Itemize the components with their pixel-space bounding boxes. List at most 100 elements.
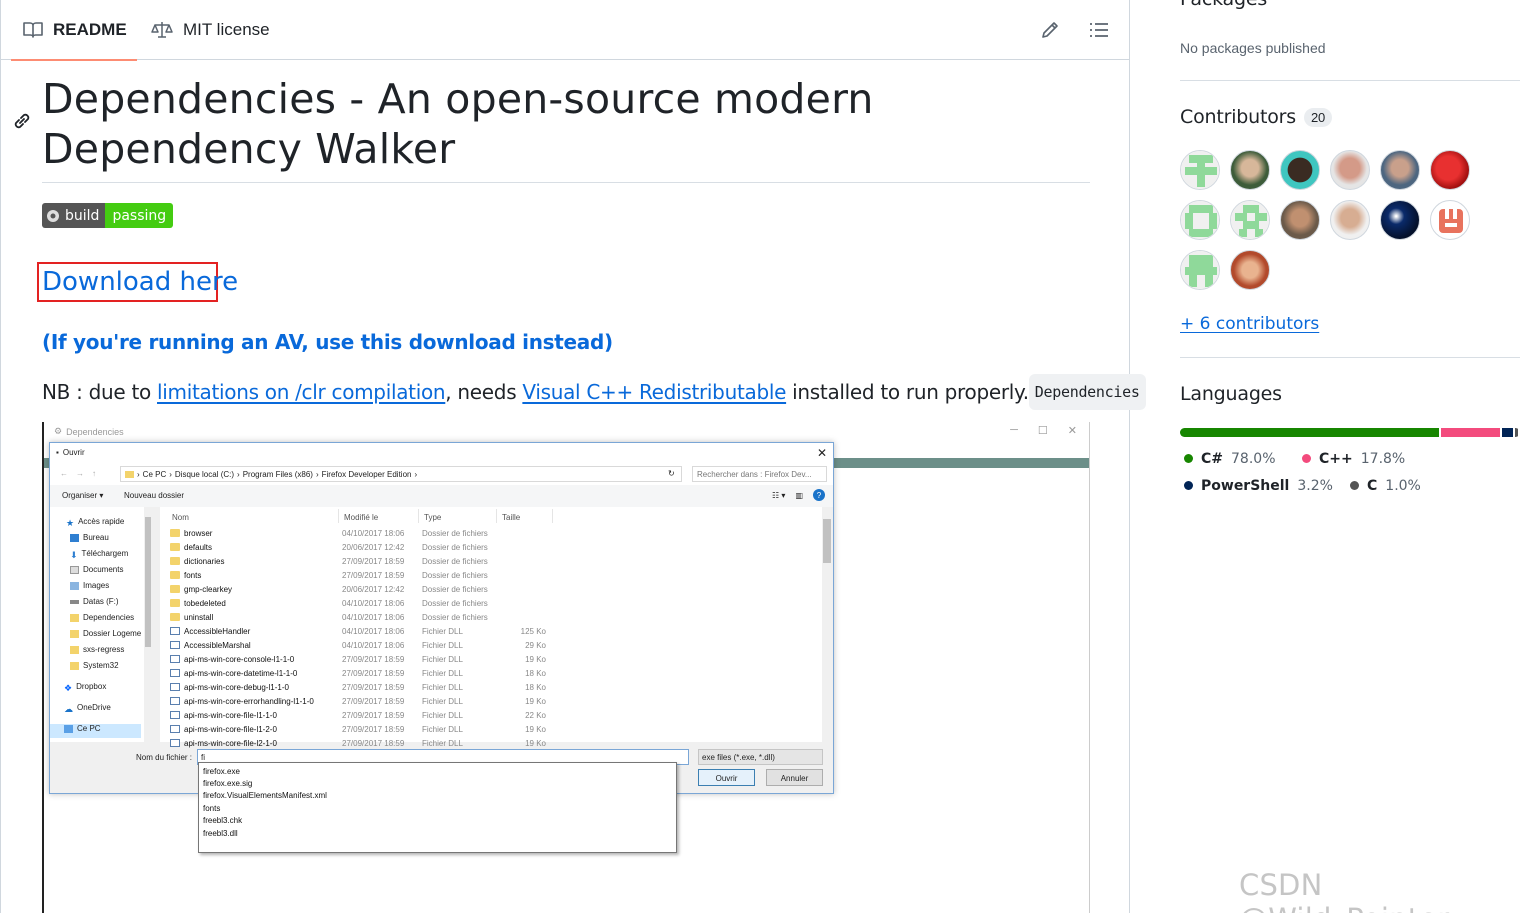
folder-icon [125, 470, 134, 478]
readme-title: Dependencies - An open-source modern Dep… [42, 75, 874, 173]
tab-readme[interactable]: README [11, 0, 137, 61]
folder-icon [170, 585, 180, 593]
dll-file-icon [170, 627, 180, 635]
file-type-filter: exe files (*.exe, *.dll) [698, 749, 823, 765]
avatar[interactable] [1230, 200, 1270, 240]
file-row: gmp-clearkey 20/06/2017 12:42 Dossier de f… [166, 583, 806, 597]
help-icon: ? [813, 489, 825, 501]
language-item[interactable]: C 1.0% [1350, 478, 1421, 494]
file-row: api-ms-win-core-file-l1-1-0 27/09/2017 18… [166, 709, 806, 723]
avatar[interactable] [1430, 150, 1470, 190]
language-item[interactable]: C++ 17.8% [1302, 451, 1405, 467]
filename-label: Nom du fichier : [136, 753, 193, 762]
folder-icon [170, 599, 180, 607]
packages-text: No packages published [1180, 40, 1326, 56]
file-row: api-ms-win-core-datetime-l1-1-0 27/09/201… [166, 667, 806, 681]
watermark: CSDN @Wild_Pointer. [1239, 868, 1456, 913]
preview-pane-icon: ▥ [795, 490, 803, 500]
dll-file-icon [170, 641, 180, 649]
file-row: tobedeleted 04/10/2017 18:06 Dossier de fi… [166, 597, 806, 611]
avatar[interactable] [1280, 200, 1320, 240]
folder-icon [170, 571, 180, 579]
avatar[interactable] [1280, 150, 1320, 190]
avatar[interactable] [1380, 200, 1420, 240]
open-button: Ouvrir [698, 769, 755, 786]
scale-icon [151, 22, 173, 38]
pencil-icon [1042, 22, 1058, 38]
edit-readme-button[interactable] [1038, 18, 1062, 42]
readme-panel: README MIT license Dependencies - An ope… [0, 0, 1146, 913]
file-row: api-ms-win-core-file-l1-2-0 27/09/2017 18… [166, 723, 806, 737]
sidebar-divider [1180, 357, 1520, 358]
language-dot-icon [1184, 454, 1193, 463]
avatar[interactable] [1180, 200, 1220, 240]
badge-status: passing [105, 203, 174, 228]
language-bar-segment [1440, 428, 1501, 437]
tab-readme-label: README [53, 20, 127, 39]
language-item[interactable]: PowerShell 3.2% [1184, 478, 1333, 494]
star-icon: ★ [66, 517, 75, 528]
contributors-title[interactable]: Contributors 20 [1180, 106, 1333, 128]
sidebar-divider [1180, 80, 1520, 81]
packages-title[interactable]: Packages [1180, 0, 1267, 10]
vc-redist-link[interactable]: Visual C++ Redistributable [522, 380, 786, 404]
folder-icon [170, 543, 180, 551]
avatar[interactable] [1330, 150, 1370, 190]
avatar[interactable] [1380, 150, 1420, 190]
language-bar-segment [1502, 428, 1513, 437]
file-row: AccessibleMarshal 04/10/2017 18:06 Fichier… [166, 639, 806, 653]
clr-limitations-link[interactable]: limitations on /clr compilation [157, 380, 446, 404]
outline-button[interactable] [1087, 18, 1111, 42]
autocomplete-dropdown: firefox.exe firefox.exe.sig firefox.Visu… [198, 762, 677, 853]
build-badge[interactable]: build passing [42, 203, 174, 228]
languages-bar [1180, 428, 1520, 437]
organize-button: Organiser ▾ [62, 491, 104, 500]
tab-license[interactable]: MIT license [151, 0, 270, 60]
file-row: api-ms-win-core-errorhandling-l1-1-0 27/0… [166, 695, 806, 709]
avatar[interactable] [1430, 200, 1470, 240]
list-icon [1090, 23, 1108, 37]
file-row: dictionaries 27/09/2017 18:59 Dossier de f… [166, 555, 806, 569]
maximize-icon: ☐ [1037, 425, 1048, 437]
dialog-icon: ▪ [56, 448, 59, 457]
refresh-icon: ↻ [668, 469, 675, 478]
language-item[interactable]: C# 78.0% [1184, 451, 1276, 467]
avatar[interactable] [1180, 250, 1220, 290]
close-icon: ✕ [1067, 425, 1077, 437]
dialog-search-box: Rechercher dans : Firefox Dev... [692, 466, 827, 482]
avatar[interactable] [1330, 200, 1370, 240]
nav-arrows: ← → ↑ [60, 469, 96, 478]
readme-screenshot: ⚙ Dependencies ─ ☐ ✕ ⇔ ▪ Ouvrir ✕ ←→↑ ›C… [42, 422, 1090, 913]
avatar[interactable] [1180, 150, 1220, 190]
cancel-button: Annuler [766, 769, 823, 786]
dll-file-icon [170, 655, 180, 663]
avatar[interactable] [1230, 250, 1270, 290]
minimize-icon: ─ [1010, 424, 1018, 436]
file-row: uninstall 04/10/2017 18:06 Dossier de fich… [166, 611, 806, 625]
more-contributors-link[interactable]: + 6 contributors [1180, 314, 1319, 334]
language-dot-icon [1184, 481, 1193, 490]
language-dot-icon [1302, 454, 1311, 463]
avatar[interactable] [1230, 150, 1270, 190]
dialog-close-icon: ✕ [816, 446, 827, 460]
dll-file-icon [170, 725, 180, 733]
new-folder-button: Nouveau dossier [124, 491, 185, 500]
language-bar-segment [1180, 428, 1439, 437]
folder-icon [170, 613, 180, 621]
language-bar-segment [1514, 428, 1518, 437]
dialog-nav-pane: ★ Accès rapide Bureau ⬇ Téléchargem Docume… [50, 507, 152, 742]
app-icon: ⚙ [54, 426, 63, 436]
window-controls: ─ ☐ ✕ [1010, 424, 1077, 437]
download-link[interactable]: Download here [42, 264, 238, 300]
tab-license-label: MIT license [183, 20, 270, 39]
badge-label: build [65, 207, 100, 224]
file-row: AccessibleHandler 04/10/2017 18:06 Fichier… [166, 625, 806, 639]
file-row: api-ms-win-core-console-l1-1-0 27/09/2017… [166, 653, 806, 667]
link-anchor-icon[interactable] [11, 110, 33, 132]
book-icon [23, 22, 43, 38]
av-download-link[interactable]: (If you're running an AV, use this downl… [42, 328, 613, 356]
file-row: api-ms-win-core-debug-l1-1-0 27/09/2017 1… [166, 681, 806, 695]
language-dot-icon [1350, 481, 1359, 490]
dialog-title: Ouvrir [62, 448, 85, 457]
dll-file-icon [170, 697, 180, 705]
